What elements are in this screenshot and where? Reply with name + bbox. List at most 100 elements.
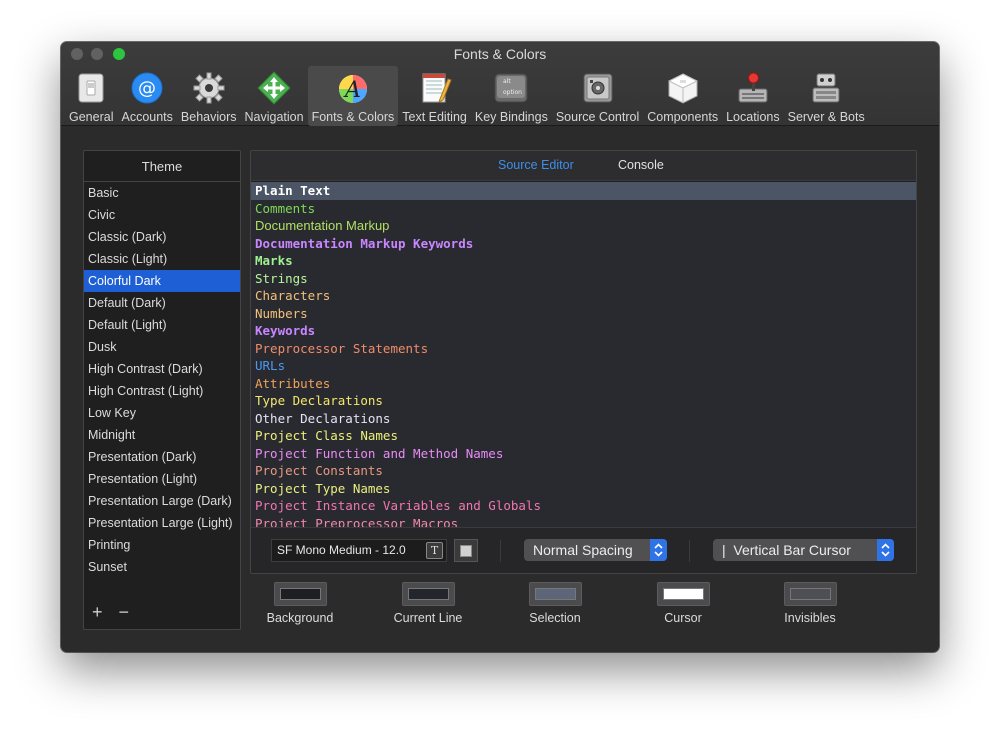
theme-list-item[interactable]: Dusk — [84, 336, 240, 358]
syntax-element-list: Plain Text Comments Documentation Markup Do… — [251, 182, 916, 529]
font-value: SF Mono Medium - 12.0 — [277, 543, 406, 557]
general-switch-icon — [73, 70, 109, 106]
safe-icon — [580, 70, 616, 106]
font-field[interactable]: SF Mono Medium - 12.0 T — [271, 539, 447, 562]
tab-source-editor[interactable]: Source Editor — [498, 158, 574, 172]
theme-list-item[interactable]: Default (Dark) — [84, 292, 240, 314]
theme-list-item[interactable]: Printing — [84, 534, 240, 556]
gear-icon — [191, 70, 227, 106]
editor-tab-bar: Source Editor Console — [251, 151, 916, 181]
theme-list-item[interactable]: Presentation (Dark) — [84, 446, 240, 468]
add-theme-button[interactable]: + — [92, 602, 103, 623]
swatch-color — [789, 588, 831, 600]
tab-label: Key Bindings — [474, 110, 548, 124]
swatch-box — [273, 582, 327, 606]
preferences-toolbar: General @ Accounts Behaviors Navigation — [65, 66, 869, 126]
swatch-box — [783, 582, 837, 606]
tab-accounts[interactable]: @ Accounts — [117, 66, 176, 126]
tab-label: Source Control — [555, 110, 640, 124]
theme-list-item[interactable]: Default (Light) — [84, 314, 240, 336]
syntax-element-row[interactable]: Other Declarations — [251, 410, 916, 428]
tab-label: Navigation — [244, 110, 304, 124]
syntax-element-row[interactable]: Project Type Names — [251, 480, 916, 498]
navigation-arrows-icon — [256, 70, 292, 106]
tab-behaviors[interactable]: Behaviors — [177, 66, 241, 126]
syntax-element-row[interactable]: Project Function and Method Names — [251, 445, 916, 463]
syntax-element-row[interactable]: Strings — [251, 270, 916, 288]
swatch-label: Cursor — [664, 611, 702, 625]
swatch-color — [279, 588, 321, 600]
theme-list-item[interactable]: Sunset — [84, 556, 240, 578]
theme-list-item[interactable]: Presentation (Light) — [84, 468, 240, 490]
syntax-element-row[interactable]: URLs — [251, 357, 916, 375]
divider — [689, 540, 690, 562]
theme-list-panel: Theme Basic Civic Classic (Dark) Classic (L… — [83, 150, 241, 630]
selection-color-well[interactable]: Selection — [505, 582, 605, 625]
tab-locations[interactable]: Locations — [722, 66, 784, 126]
tab-components[interactable]: Components — [643, 66, 722, 126]
line-spacing-popup[interactable]: Normal Spacing — [524, 539, 667, 561]
theme-list-item[interactable]: Classic (Dark) — [84, 226, 240, 248]
swatch-color — [407, 588, 449, 600]
swatch-label: Invisibles — [784, 611, 836, 625]
current-line-color-well[interactable]: Current Line — [378, 582, 478, 625]
swatch-box — [401, 582, 455, 606]
syntax-element-row[interactable]: Project Instance Variables and Globals — [251, 497, 916, 515]
syntax-element-row[interactable]: Project Class Names — [251, 427, 916, 445]
cursor-color-well[interactable]: Cursor — [633, 582, 733, 625]
svg-text:alt: alt — [503, 78, 511, 85]
tab-label: Behaviors — [180, 110, 237, 124]
text-color-well[interactable] — [454, 539, 478, 562]
editor-settings-panel: Source Editor Console Plain Text Comments… — [250, 150, 917, 574]
theme-list-item[interactable]: Presentation Large (Dark) — [84, 490, 240, 512]
swatch-label: Selection — [529, 611, 581, 625]
tab-server-bots[interactable]: Server & Bots — [784, 66, 869, 126]
theme-list: Basic Civic Classic (Dark) Classic (Light) C… — [84, 182, 240, 578]
syntax-element-row[interactable]: Documentation Markup Keywords — [251, 235, 916, 253]
theme-list-item[interactable]: Basic — [84, 182, 240, 204]
syntax-element-row[interactable]: Marks — [251, 252, 916, 270]
tab-navigation[interactable]: Navigation — [241, 66, 308, 126]
tab-key-bindings[interactable]: alt option Key Bindings — [471, 66, 552, 126]
keyboard-keys-icon: alt option — [493, 70, 529, 106]
theme-list-item[interactable]: Midnight — [84, 424, 240, 446]
tab-fonts-colors[interactable]: A Fonts & Colors — [307, 66, 399, 126]
font-picker-button[interactable]: T — [426, 542, 443, 559]
syntax-element-row[interactable]: Preprocessor Statements — [251, 340, 916, 358]
theme-list-item[interactable]: Low Key — [84, 402, 240, 424]
theme-list-header: Theme — [84, 151, 240, 182]
syntax-element-row[interactable]: Keywords — [251, 322, 916, 340]
syntax-element-row[interactable]: Type Declarations — [251, 392, 916, 410]
cursor-style-popup[interactable]: | Vertical Bar Cursor — [713, 539, 894, 561]
syntax-element-row[interactable]: Attributes — [251, 375, 916, 393]
syntax-element-row[interactable]: Comments — [251, 200, 916, 218]
font-palette-icon: A — [335, 70, 371, 106]
tab-text-editing[interactable]: Text Editing — [398, 66, 471, 126]
theme-list-item[interactable]: Classic (Light) — [84, 248, 240, 270]
syntax-element-row[interactable]: Project Constants — [251, 462, 916, 480]
theme-list-item[interactable]: High Contrast (Dark) — [84, 358, 240, 380]
tab-label: Fonts & Colors — [311, 110, 395, 124]
invisibles-color-well[interactable]: Invisibles — [760, 582, 860, 625]
tab-console[interactable]: Console — [618, 158, 664, 172]
syntax-element-row[interactable]: Plain Text — [251, 182, 916, 200]
syntax-element-row[interactable]: Characters — [251, 287, 916, 305]
tab-label: Locations — [726, 110, 780, 124]
theme-list-footer: + − — [92, 602, 129, 623]
remove-theme-button[interactable]: − — [119, 602, 130, 623]
background-color-well[interactable]: Background — [250, 582, 350, 625]
syntax-element-row[interactable]: Numbers — [251, 305, 916, 323]
cube-box-icon — [665, 70, 701, 106]
theme-list-item[interactable]: Presentation Large (Light) — [84, 512, 240, 534]
tab-source-control[interactable]: Source Control — [552, 66, 643, 126]
theme-list-item[interactable]: High Contrast (Light) — [84, 380, 240, 402]
tab-label: Components — [647, 110, 719, 124]
theme-list-item[interactable]: Colorful Dark — [84, 270, 240, 292]
server-robot-icon — [808, 70, 844, 106]
syntax-element-row[interactable]: Documentation Markup — [251, 217, 916, 235]
theme-list-item[interactable]: Civic — [84, 204, 240, 226]
window-title: Fonts & Colors — [453, 46, 547, 62]
tab-general[interactable]: General — [65, 66, 117, 126]
tab-label: General — [69, 110, 114, 124]
tab-label: Server & Bots — [787, 110, 865, 124]
